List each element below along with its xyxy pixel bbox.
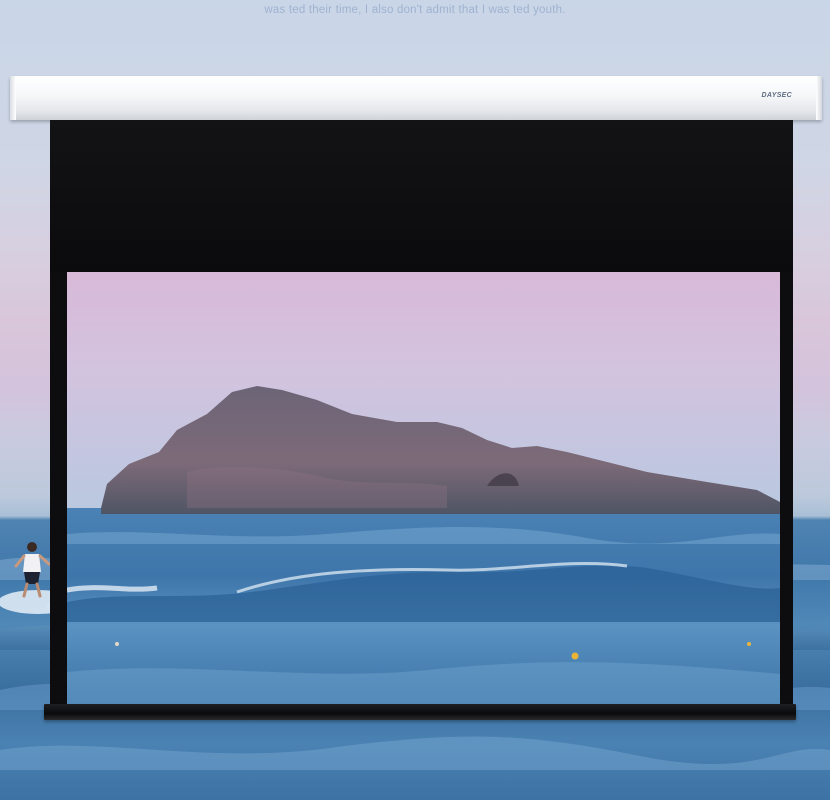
caption-text: was ted their time, I also don't admit t… xyxy=(264,4,566,16)
projector-screen xyxy=(50,120,793,718)
projector-screen-case: DAYSEC xyxy=(10,76,822,120)
case-endcap-right xyxy=(816,76,822,120)
screen-black-drop xyxy=(50,120,793,272)
screen-bottom-weight-bar xyxy=(44,704,796,720)
projected-island-image xyxy=(67,272,780,704)
surfer-figure-icon xyxy=(14,542,51,598)
brand-logo: DAYSEC xyxy=(761,92,792,99)
case-endcap-left xyxy=(10,76,16,120)
island-seascape xyxy=(67,272,780,704)
